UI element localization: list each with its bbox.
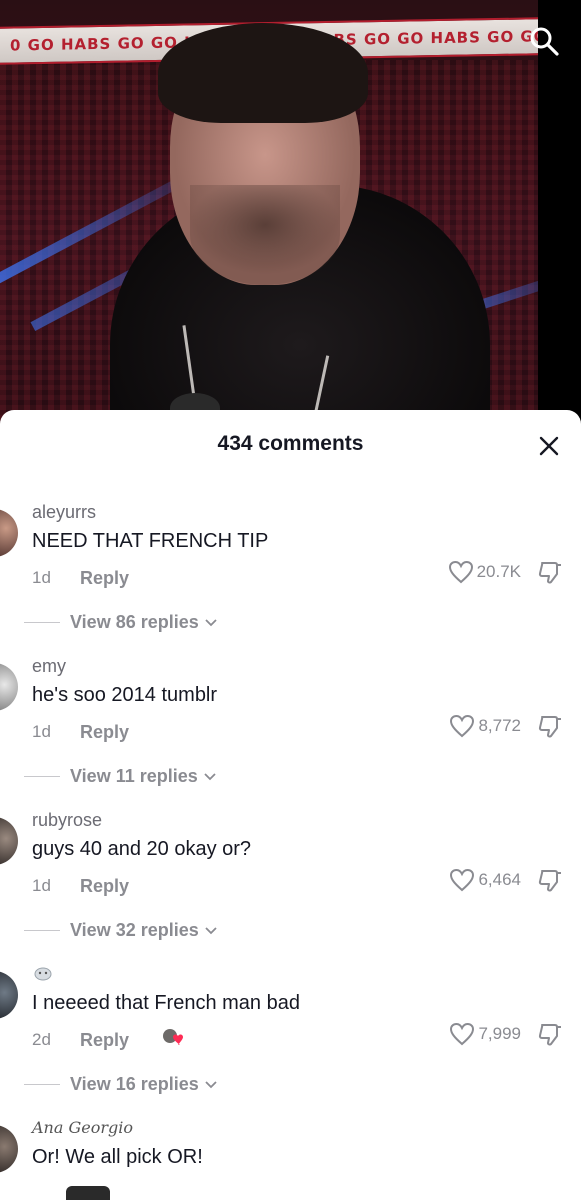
comment-time: 1d [32,876,51,895]
comment-item: aleyurrs NEED THAT FRENCH TIP 1d Reply 2… [0,502,581,656]
view-replies-button[interactable]: View 16 replies [24,1074,217,1095]
comment-time: 1d [32,568,51,587]
comment-time: 2d [32,1030,51,1049]
comments-header: 434 comments [0,410,581,478]
comment-count: 434 comments [217,432,364,455]
heart-icon [450,714,475,738]
comment-username[interactable]: emy [32,656,66,677]
reply-button[interactable]: Reply [80,722,129,743]
avatar[interactable] [0,971,18,1019]
next-comment-avatar-peek [66,1186,110,1200]
like-button[interactable]: 8,772 [449,714,521,738]
chevron-down-icon [205,926,217,934]
like-count: 7,999 [478,1024,521,1043]
chevron-down-icon [205,618,217,626]
hair [158,23,368,123]
sticker-icon [34,967,52,981]
reply-button[interactable]: Reply [80,1030,129,1051]
comments-panel: 434 comments aleyurrs NEED THAT FRENCH T… [0,410,581,1200]
view-replies-label: View 32 replies [70,920,199,940]
comment-text: guys 40 and 20 okay or? [32,838,252,860]
comment-username[interactable]: aleyurrs [32,502,96,523]
comment-username[interactable]: Ana Georgio [32,1118,133,1137]
chevron-down-icon [204,772,216,780]
reply-divider [24,622,60,623]
comment-text: Or! We all pick OR! [32,1146,203,1168]
comment-text: I neeeed that French man bad [32,992,300,1014]
comment-time: 1d [32,722,51,741]
view-replies-label: View 16 replies [70,1074,199,1094]
search-icon[interactable] [529,26,559,56]
thumbs-down-icon[interactable] [537,868,563,894]
thumbs-down-icon[interactable] [537,560,563,586]
avatar[interactable] [0,663,18,711]
reply-divider [24,776,60,777]
reply-button[interactable]: Reply [80,876,129,897]
comment-text: NEED THAT FRENCH TIP [32,530,269,552]
like-count: 20.7K [476,562,521,581]
comment-text: he's soo 2014 tumblr [32,684,218,706]
thumbs-down-icon[interactable] [537,1022,563,1048]
reply-button[interactable]: Reply [80,568,129,589]
view-replies-label: View 86 replies [70,612,199,632]
like-button[interactable]: 20.7K [448,560,521,584]
reply-divider [24,930,60,931]
comment-item: emy he's soo 2014 tumblr 1d Reply 8,772 … [0,656,581,810]
comment-item: rubyrose guys 40 and 20 okay or? 1d Repl… [0,810,581,964]
like-button[interactable]: 6,464 [449,868,521,892]
video-player[interactable]: 0 GO HABS GO GO HABS GO GO HABS GO GO HA… [0,0,581,430]
like-button[interactable]: 7,999 [449,1022,521,1046]
close-icon[interactable] [537,434,561,458]
like-count: 6,464 [478,870,521,889]
video-frame: 0 GO HABS GO GO HABS GO GO HABS GO GO HA… [0,0,538,430]
avatar[interactable] [0,509,18,557]
view-replies-label: View 11 replies [70,766,198,786]
view-replies-button[interactable]: View 86 replies [24,612,217,633]
creator-liked-icon [163,1029,183,1045]
chevron-down-icon [205,1080,217,1088]
like-count: 8,772 [478,716,521,735]
comment-username[interactable]: rubyrose [32,810,102,831]
view-replies-button[interactable]: View 32 replies [24,920,217,941]
comment-item: I neeeed that French man bad 2d Reply 7,… [0,964,581,1118]
beard [190,185,340,285]
video-subject [110,15,490,430]
view-replies-button[interactable]: View 11 replies [24,766,216,787]
heart-icon [448,560,473,584]
heart-icon [450,868,475,892]
avatar[interactable] [0,817,18,865]
avatar[interactable] [0,1125,18,1173]
thumbs-down-icon[interactable] [537,714,563,740]
reply-divider [24,1084,60,1085]
heart-icon [450,1022,475,1046]
